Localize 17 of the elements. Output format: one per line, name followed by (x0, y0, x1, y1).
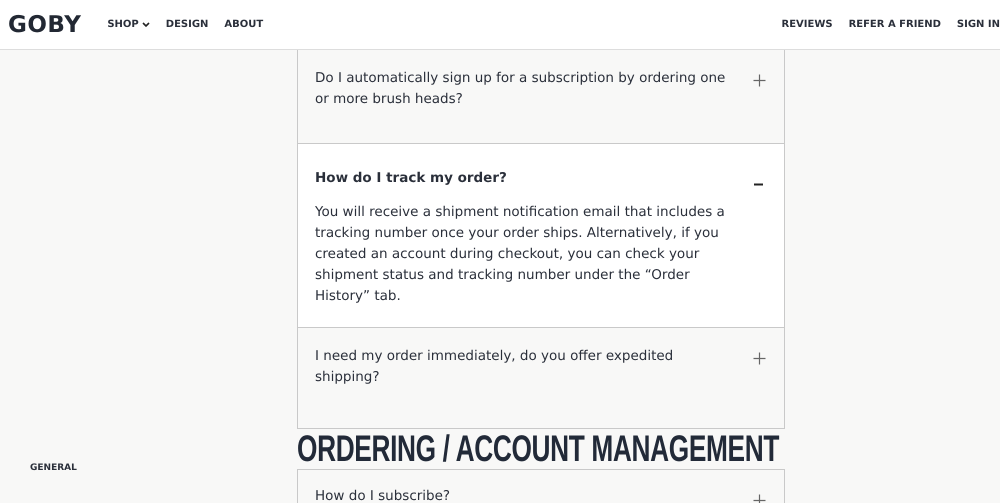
nav-link[interactable]: REVIEWS (782, 19, 833, 30)
nav-link[interactable]: ABOUT (224, 19, 264, 30)
nav-link[interactable]: DESIGN (166, 19, 208, 30)
plus-icon[interactable] (753, 74, 766, 87)
nav-link[interactable]: SHOP (107, 19, 150, 30)
nav-link[interactable]: REFER A FRIEND (848, 19, 941, 30)
sidebar-item[interactable]: GENERAL (30, 463, 77, 473)
logo[interactable]: GOBY (8, 12, 82, 38)
section-heading: ORDERING / ACCOUNT MANAGEMENT (297, 429, 779, 469)
plus-icon[interactable] (753, 352, 766, 365)
faq-question[interactable]: Do I automatically sign up for a subscription by ordering one or more brush heads? (315, 68, 740, 110)
chevron-down-icon (142, 22, 150, 28)
faq-question[interactable]: I need my order immediately, do you offer expedited shipping? (315, 346, 740, 388)
faq-question[interactable]: How do I track my order? (315, 168, 507, 189)
nav-link[interactable]: SIGN IN (956, 19, 1000, 30)
faq-question[interactable]: How do I subscribe? (315, 486, 450, 503)
faq-answer: You will receive a shipment notification email that includes a tracking number once your order ships. Alternatively, if you created an account during checkout, you can check your shipment status and tracking number under the “Order History” tab. (315, 203, 726, 306)
